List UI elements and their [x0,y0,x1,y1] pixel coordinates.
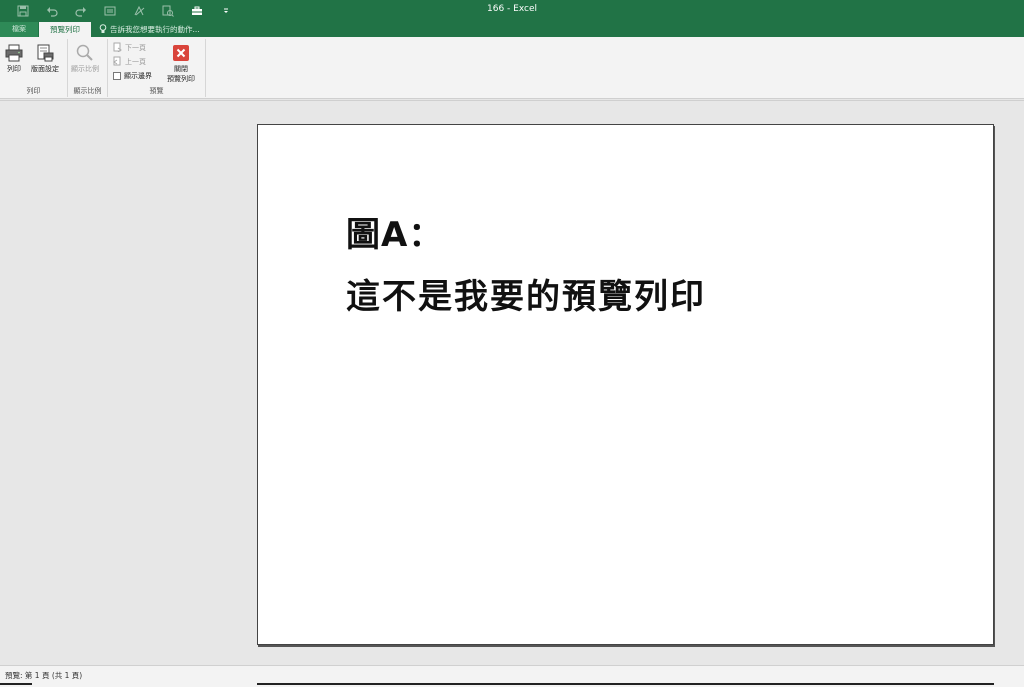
checkbox-icon [113,71,121,80]
print-group: 列印 版面設定 列印 [0,39,68,97]
tab-print-preview[interactable]: 預覽列印 [39,22,91,37]
next-page-icon [113,42,122,54]
printer-icon [4,42,24,64]
next-page-button[interactable]: 下一頁 [113,42,146,53]
preview-group: 下一頁 上一頁 顯示邊界 關閉 預覽列印 預覽 [108,39,206,97]
print-button[interactable]: 列印 [4,42,24,74]
page-heading: 圖A： [346,215,444,255]
next-page-label: 下一頁 [125,43,146,52]
page-setup-icon [35,42,55,64]
title-bar: 166 - Excel [0,0,1024,21]
close-preview-button[interactable]: 關閉 預覽列印 [167,42,195,84]
zoom-group: 顯示比例 顯示比例 [68,39,108,97]
page-setup-button[interactable]: 版面設定 [31,42,59,74]
previous-page-button[interactable]: 上一頁 [113,56,146,67]
print-label: 列印 [7,65,21,73]
status-divider-left [0,683,32,685]
status-page-info: 預覽: 第 1 頁 (共 1 頁) [5,671,83,680]
page-setup-label: 版面設定 [31,65,59,73]
page-subheading: 這不是我要的預覽列印 [346,277,706,317]
lightbulb-icon [99,23,107,36]
show-margins-label: 顯示邊界 [124,71,152,80]
previous-page-label: 上一頁 [125,57,146,66]
preview-page: 圖A： 這不是我要的預覽列印 [257,124,994,645]
show-margins-checkbox[interactable]: 顯示邊界 [113,70,152,81]
close-preview-label-1: 關閉 [174,65,188,73]
preview-group-label: 預覽 [149,87,164,95]
ribbon-tabs: 檔案 預覽列印 告訴我您想要執行的動作... [0,21,1024,37]
previous-page-icon [113,56,122,68]
tell-me-text: 告訴我您想要執行的動作... [110,25,200,34]
status-bar: 預覽: 第 1 頁 (共 1 頁) [0,665,1024,687]
zoom-label: 顯示比例 [71,65,99,73]
zoom-group-label: 顯示比例 [73,87,102,95]
print-group-label: 列印 [26,87,41,95]
status-divider [257,683,994,685]
close-preview-label-2: 預覽列印 [167,75,195,83]
zoom-button[interactable]: 顯示比例 [71,42,99,74]
tab-file[interactable]: 檔案 [0,22,38,37]
window-title: 166 - Excel [487,4,537,14]
magnifier-icon [75,42,95,64]
tell-me-box[interactable]: 告訴我您想要執行的動作... [99,23,200,36]
print-preview-area[interactable]: 圖A： 這不是我要的預覽列印 [0,100,1024,665]
close-icon [171,42,191,64]
ribbon: 列印 版面設定 列印 顯示比例 顯示比例 下一頁 上一頁 顯示邊界 關閉 預覽列… [0,37,1024,99]
